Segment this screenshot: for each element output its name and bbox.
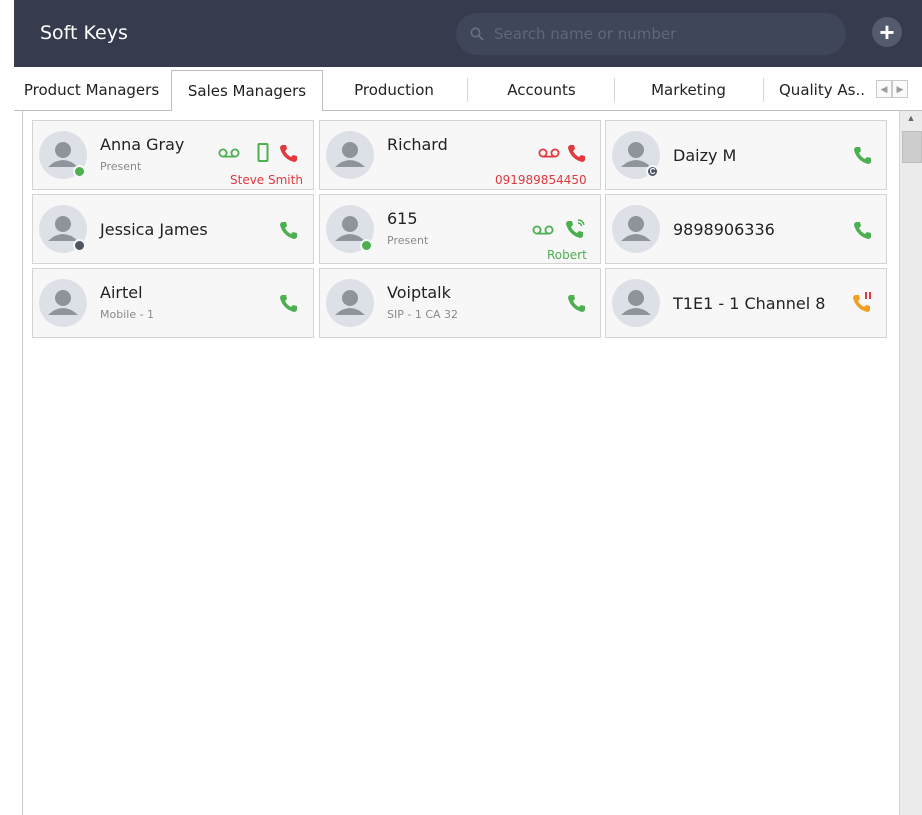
soft-keys-window: Soft Keys + Product Managers Sales Manag… [0, 0, 922, 815]
phone-red-icon[interactable] [279, 143, 299, 163]
soft-keys-grid: Anna Gray Present Steve Smith Richard 09… [22, 111, 900, 815]
contact-card-t1e1[interactable]: T1E1 - 1 Channel 8 [605, 268, 887, 338]
phone-green-icon[interactable] [279, 220, 299, 240]
contact-name: Richard [387, 135, 448, 154]
phone-ringing-icon[interactable] [565, 217, 587, 239]
group-tabs: Product Managers Sales Managers Producti… [14, 70, 922, 112]
call-info: Steve Smith [230, 173, 303, 187]
call-info: 091989854450 [495, 173, 587, 187]
contact-status: Mobile - 1 [100, 308, 155, 321]
title-bar: Soft Keys + [14, 0, 922, 67]
mobile-icon[interactable] [257, 143, 269, 163]
contact-card-anna-gray[interactable]: Anna Gray Present Steve Smith [32, 120, 314, 190]
add-button[interactable]: + [872, 17, 902, 47]
presence-online-icon [360, 239, 373, 252]
scroll-up-button[interactable]: ▲ [904, 113, 918, 127]
phone-green-icon[interactable] [853, 145, 873, 165]
contact-status: Present [100, 160, 142, 173]
search-box[interactable] [456, 13, 846, 55]
phone-alert-icon[interactable] [852, 291, 874, 313]
tab-scroll-right-button[interactable]: ▶ [892, 80, 908, 98]
avatar [612, 205, 660, 253]
scrollbar-thumb[interactable] [902, 131, 922, 163]
contact-name: T1E1 - 1 Channel 8 [673, 294, 826, 313]
tab-marketing[interactable]: Marketing [616, 70, 761, 109]
avatar [39, 279, 87, 327]
phone-red-icon[interactable] [567, 143, 587, 163]
voicemail-icon[interactable] [532, 224, 554, 236]
presence-badge-icon: C [646, 165, 659, 178]
voicemail-icon[interactable] [218, 147, 240, 159]
contact-name: 9898906336 [673, 220, 775, 239]
contact-name: Anna Gray [100, 135, 185, 154]
tab-divider [467, 78, 468, 102]
contact-card-richard[interactable]: Richard 091989854450 [319, 120, 601, 190]
contact-status: SIP - 1 CA 32 [387, 308, 459, 321]
phone-green-icon[interactable] [853, 220, 873, 240]
contact-card-9898906336[interactable]: 9898906336 [605, 194, 887, 264]
contact-name: Voiptalk [387, 283, 451, 302]
tab-scroll-left-button[interactable]: ◀ [876, 80, 892, 98]
tab-quality-assurance[interactable]: Quality As.. [766, 70, 878, 109]
contact-name: 615 [387, 209, 418, 228]
voicemail-icon[interactable] [538, 147, 560, 159]
tab-production[interactable]: Production [324, 70, 464, 109]
phone-green-icon[interactable] [567, 293, 587, 313]
tab-accounts[interactable]: Accounts [470, 70, 613, 109]
presence-busy-icon [73, 239, 86, 252]
contact-status: Present [387, 234, 429, 247]
contact-card-voiptalk[interactable]: Voiptalk SIP - 1 CA 32 [319, 268, 601, 338]
contact-card-jessica-james[interactable]: Jessica James [32, 194, 314, 264]
avatar [326, 279, 374, 327]
tab-divider [614, 78, 615, 102]
contact-card-airtel[interactable]: Airtel Mobile - 1 [32, 268, 314, 338]
phone-green-icon[interactable] [279, 293, 299, 313]
tab-divider [763, 78, 764, 102]
avatar [326, 131, 374, 179]
vertical-scrollbar[interactable]: ▲ [899, 111, 922, 815]
tab-product-managers[interactable]: Product Managers [14, 70, 169, 109]
presence-online-icon [73, 165, 86, 178]
search-input[interactable] [492, 24, 816, 44]
avatar [612, 279, 660, 327]
tab-sales-managers[interactable]: Sales Managers [171, 70, 323, 112]
contact-card-615[interactable]: 615 Present Robert [319, 194, 601, 264]
contact-card-daizy-m[interactable]: C Daizy M [605, 120, 887, 190]
contact-name: Airtel [100, 283, 143, 302]
search-icon [470, 27, 484, 41]
app-title: Soft Keys [40, 22, 128, 44]
contact-name: Jessica James [100, 220, 208, 239]
contact-name: Daizy M [673, 146, 737, 165]
call-info: Robert [547, 248, 587, 262]
